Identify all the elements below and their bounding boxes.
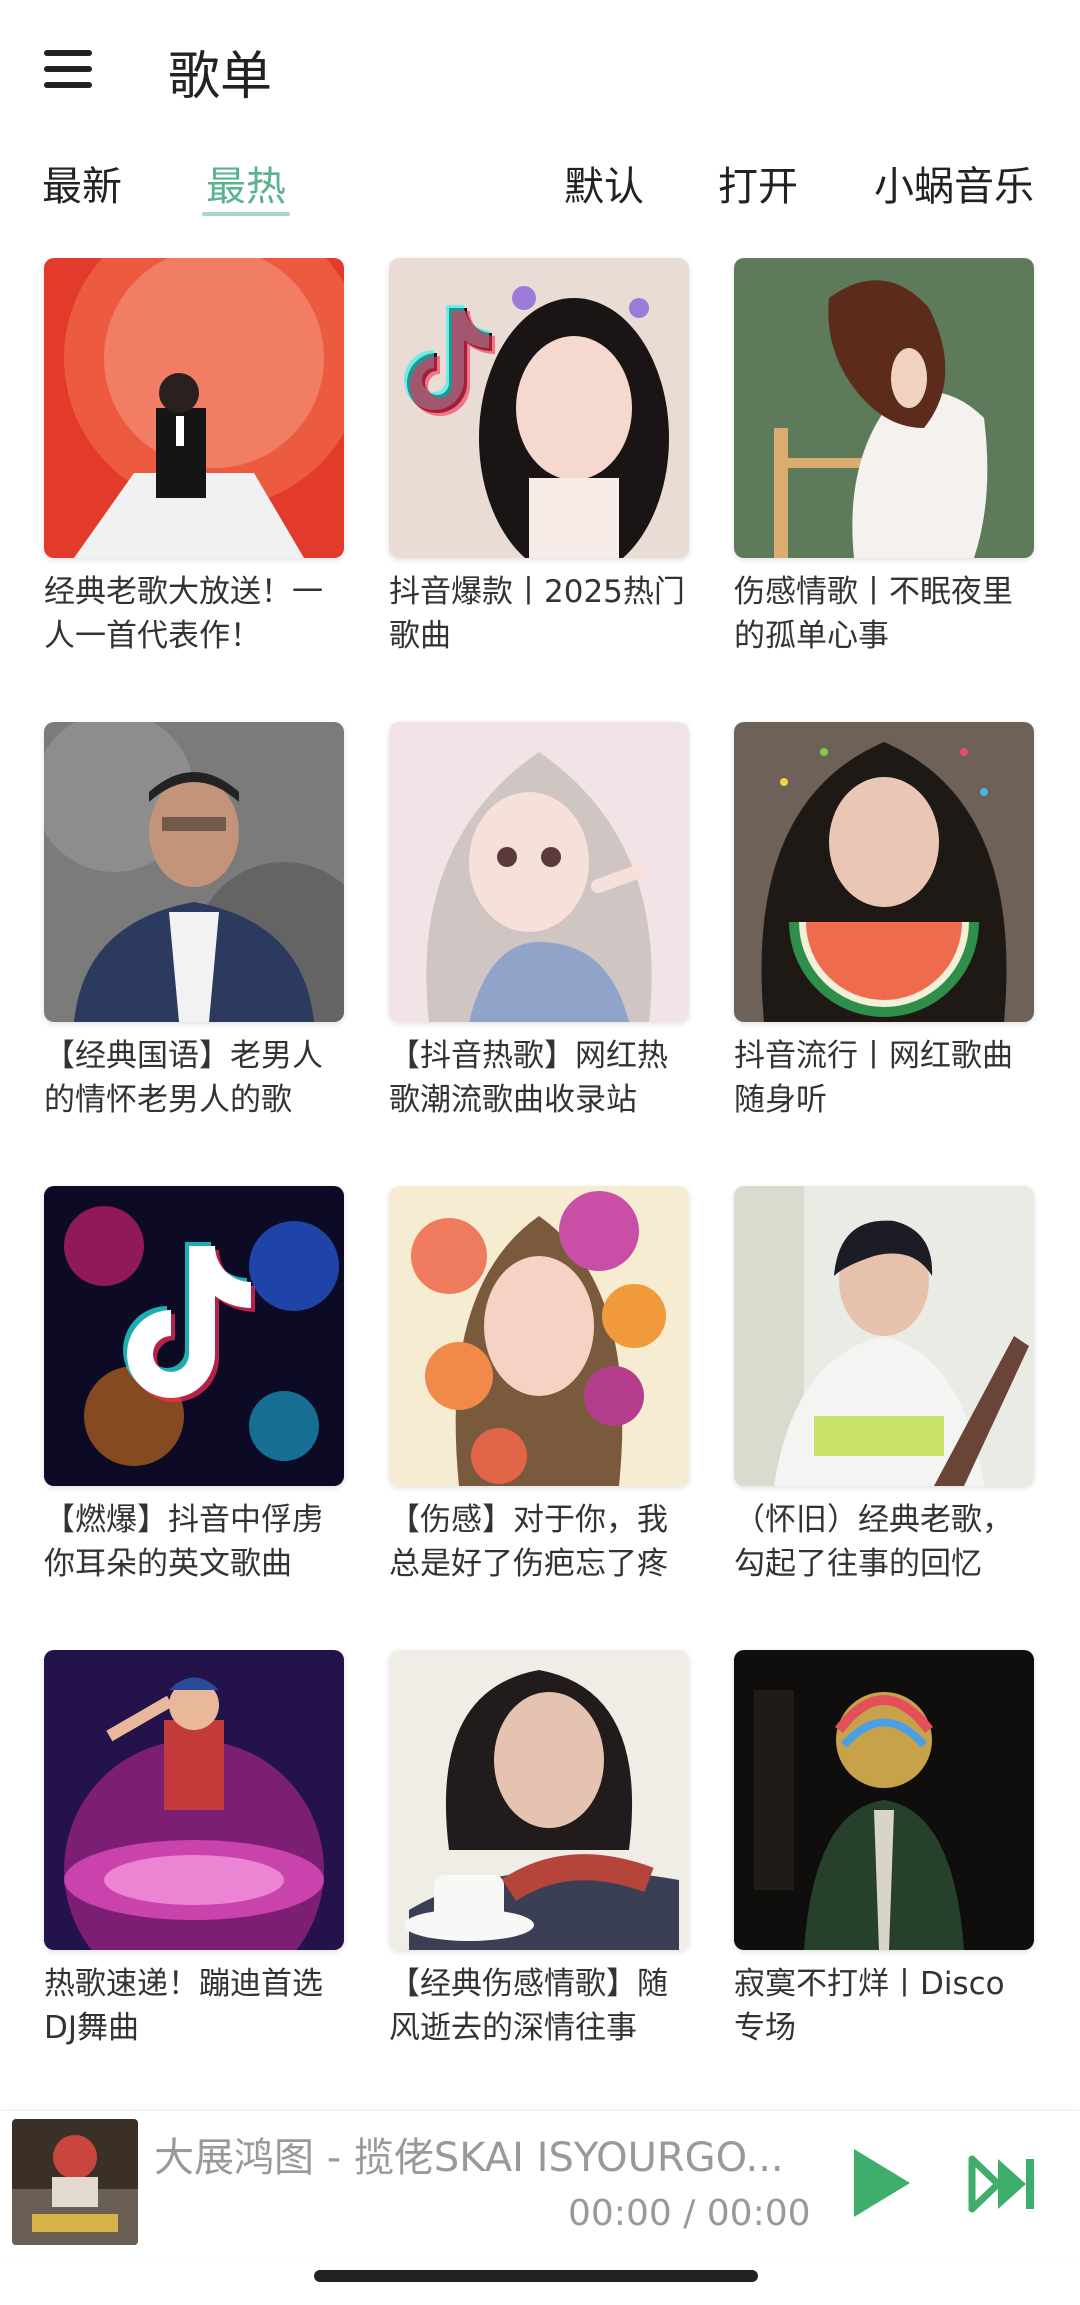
playlist-card[interactable]: 【燃爆】抖音中俘虏你耳朵的英文歌曲 — [44, 1186, 344, 1586]
playlist-cover — [44, 1650, 344, 1950]
playlist-card[interactable]: （怀旧）经典老歌，勾起了往事的回忆 — [734, 1186, 1034, 1586]
playlist-card[interactable]: 抖音流行丨网红歌曲随身听 — [734, 722, 1034, 1122]
tab-hot[interactable]: 最热 — [206, 154, 286, 212]
open-button[interactable]: 打开 — [718, 154, 798, 212]
mini-player[interactable]: 大展鸿图 - 揽佬SKAI ISYOURGO... 00:00 / 00:00 — [0, 2110, 1080, 2260]
tab-latest[interactable]: 最新 — [42, 154, 122, 212]
tabs-row: 最新 最热 默认 打开 小蜗音乐 — [0, 140, 1080, 230]
home-indicator[interactable] — [314, 2270, 758, 2282]
menu-icon[interactable] — [40, 42, 96, 94]
playlist-cover — [734, 1650, 1034, 1950]
playlist-card[interactable]: 【伤感】对于你，我总是好了伤疤忘了疼 — [389, 1186, 689, 1586]
playlist-card[interactable]: 寂寞不打烊丨Disco专场 — [734, 1650, 1034, 2050]
playlist-title: 【伤感】对于你，我总是好了伤疤忘了疼 — [389, 1502, 668, 1582]
playlist-cover — [389, 1650, 689, 1950]
playlist-title: 【燃爆】抖音中俘虏你耳朵的英文歌曲 — [44, 1502, 323, 1582]
playlist-cover — [389, 722, 689, 1022]
playlist-cover — [44, 1186, 344, 1486]
play-icon[interactable] — [846, 2143, 916, 2223]
playlist-card[interactable]: 【抖音热歌】网红热歌潮流歌曲收录站 — [389, 722, 689, 1122]
playlist-cover — [389, 1186, 689, 1486]
playlist-title: 热歌速递！蹦迪首选DJ舞曲 — [44, 1966, 323, 2046]
default-button[interactable]: 默认 — [564, 154, 644, 212]
playlist-cover — [389, 258, 689, 558]
playlist-cover — [44, 258, 344, 558]
playlist-title: 【抖音热歌】网红热歌潮流歌曲收录站 — [389, 1038, 668, 1118]
playlist-card[interactable]: 【经典伤感情歌】随风逝去的深情往事 — [389, 1650, 689, 2050]
playlist-title: （怀旧）经典老歌，勾起了往事的回忆 — [734, 1502, 1013, 1582]
playlist-card[interactable]: 伤感情歌丨不眠夜里的孤单心事 — [734, 258, 1034, 658]
playlist-title: 寂寞不打烊丨Disco专场 — [734, 1966, 1005, 2046]
playlist-title: 抖音流行丨网红歌曲随身听 — [734, 1038, 1013, 1118]
playlist-cover — [44, 722, 344, 1022]
playlist-title: 【经典伤感情歌】随风逝去的深情往事 — [389, 1966, 668, 2046]
top-app-bar: 歌单 — [0, 0, 1080, 140]
playlist-title: 抖音爆款丨2025热门歌曲 — [389, 574, 685, 654]
playlist-card[interactable]: 抖音爆款丨2025热门歌曲 — [389, 258, 689, 658]
skip-next-icon[interactable] — [968, 2151, 1040, 2217]
now-playing-title: 大展鸿图 - 揽佬SKAI ISYOURGO... — [154, 2135, 784, 2181]
now-playing-cover[interactable] — [12, 2119, 138, 2245]
active-tab-indicator — [202, 212, 290, 216]
app-root: 歌单 最新 最热 默认 打开 小蜗音乐 经典老歌大放送！一人一首代表作！ 抖音爆… — [0, 0, 1080, 2305]
playlist-title: 伤感情歌丨不眠夜里的孤单心事 — [734, 574, 1013, 654]
playlist-card[interactable]: 热歌速递！蹦迪首选DJ舞曲 — [44, 1650, 344, 2050]
playlist-card[interactable]: 经典老歌大放送！一人一首代表作！ — [44, 258, 344, 658]
playback-time: 00:00 / 00:00 — [568, 2193, 811, 2234]
playlist-cover — [734, 722, 1034, 1022]
playlist-title: 【经典国语】老男人的情怀老男人的歌 — [44, 1038, 323, 1118]
playlist-card[interactable]: 【经典国语】老男人的情怀老男人的歌 — [44, 722, 344, 1122]
playlist-title: 经典老歌大放送！一人一首代表作！ — [44, 574, 323, 654]
page-title: 歌单 — [168, 47, 273, 107]
playlist-cover — [734, 1186, 1034, 1486]
app-button[interactable]: 小蜗音乐 — [874, 154, 1034, 212]
playlist-cover — [734, 258, 1034, 558]
